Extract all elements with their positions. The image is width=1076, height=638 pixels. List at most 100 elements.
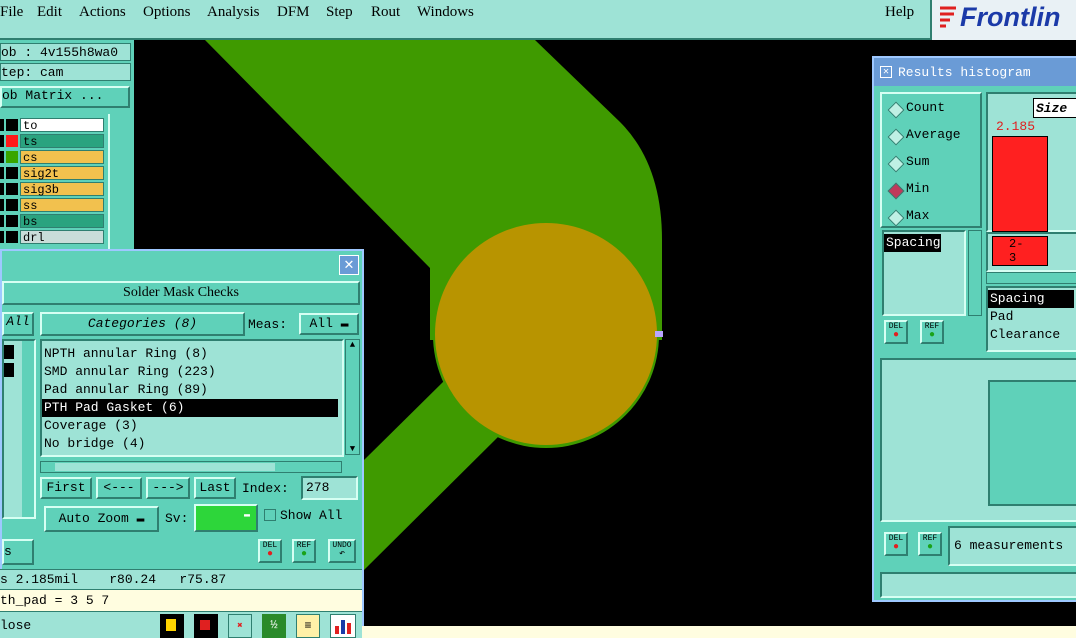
layer-row[interactable]: cs	[0, 150, 104, 165]
undo-button[interactable]: UNDO ↶	[328, 539, 356, 563]
menu-file[interactable]: File	[0, 4, 23, 21]
list-item[interactable]: No bridge (4)	[42, 435, 145, 453]
histogram-bar[interactable]	[992, 136, 1048, 232]
layer-name[interactable]: ts	[20, 134, 104, 149]
auto-zoom-select[interactable]: Auto Zoom ▬	[44, 506, 159, 532]
index-input[interactable]: 278	[301, 476, 358, 500]
menu-edit[interactable]: Edit	[37, 4, 62, 21]
step-name: tep: cam	[1, 65, 64, 80]
layer-color-swatch	[6, 151, 18, 163]
s-select[interactable]: s	[2, 539, 34, 565]
layer-row[interactable]: ts	[0, 134, 104, 149]
menu-options[interactable]: Options	[143, 4, 191, 21]
ref-button[interactable]: REF ●	[292, 539, 316, 563]
histogram-hscrollbar[interactable]	[986, 272, 1076, 284]
ref-button[interactable]: REF ●	[920, 320, 944, 344]
scroll-down-icon[interactable]: ▼	[346, 444, 359, 454]
layer-row[interactable]: bs	[0, 214, 104, 229]
category-list[interactable]: NPTH annular Ring (8) SMD annular Ring (…	[40, 339, 344, 457]
layer-row[interactable]: to	[0, 118, 104, 133]
histogram-titlebar[interactable]: ✕ Results histogram	[874, 58, 1076, 86]
numbers-icon[interactable]: ½	[262, 614, 286, 638]
layer-color-swatch	[6, 183, 18, 195]
show-all-checkbox[interactable]	[264, 509, 276, 521]
histogram-category-list[interactable]: Spacing	[882, 230, 966, 316]
histogram-icon[interactable]	[330, 614, 356, 638]
layer-name[interactable]: ss	[20, 198, 104, 213]
categories-button[interactable]: Categories (8)	[40, 312, 245, 336]
list-item[interactable]: NPTH annular Ring (8)	[42, 345, 208, 363]
list-item[interactable]: Pad annular Ring (89)	[42, 381, 208, 399]
severity-scrollbar[interactable]	[22, 341, 34, 517]
menu-windows[interactable]: Windows	[417, 4, 474, 21]
layer-checkbox[interactable]	[0, 199, 4, 211]
layer-checkbox[interactable]	[0, 167, 4, 179]
histogram-status	[880, 572, 1076, 598]
graphics-icon[interactable]	[160, 614, 184, 638]
layer-row[interactable]: drl	[0, 230, 104, 245]
dropdown-icon: ▬	[136, 511, 145, 526]
menu-analysis[interactable]: Analysis	[207, 4, 260, 21]
severity-color-select[interactable]: ▬	[194, 504, 258, 532]
layer-name[interactable]: drl	[20, 230, 104, 245]
record-icon[interactable]	[194, 614, 218, 638]
layer-name[interactable]: cs	[20, 150, 104, 165]
last-button[interactable]: Last	[194, 477, 236, 499]
layer-row[interactable]: sig3b	[0, 182, 104, 197]
show-all-label: Show All	[280, 508, 343, 523]
radio-average[interactable]	[887, 128, 905, 146]
list-item-selected[interactable]: PTH Pad Gasket (6)	[42, 399, 338, 417]
menu-step[interactable]: Step	[326, 4, 353, 21]
close-icon[interactable]: ✕	[880, 66, 892, 78]
menu-dfm[interactable]: DFM	[277, 4, 310, 21]
del-button[interactable]: DEL ●	[884, 532, 908, 556]
del-button[interactable]: DEL ●	[258, 539, 282, 563]
layer-panel: ob : 4v155h8wa0 tep: cam ob Matrix ... t…	[0, 40, 134, 250]
ref-icon: ●	[300, 549, 307, 560]
menu-rout[interactable]: Rout	[371, 4, 400, 21]
layer-name[interactable]: sig3b	[20, 182, 104, 197]
layer-checkbox[interactable]	[0, 215, 4, 227]
category-hscrollbar[interactable]	[40, 461, 342, 473]
ref-button[interactable]: REF ●	[918, 532, 942, 556]
del-icon: ●	[892, 542, 899, 553]
frontline-logo-icon	[940, 6, 956, 28]
radio-sum[interactable]	[887, 155, 905, 173]
radio-min[interactable]	[887, 182, 905, 200]
menu-help[interactable]: Help	[885, 4, 914, 21]
next-button[interactable]: --->	[146, 477, 190, 499]
layer-name[interactable]: bs	[20, 214, 104, 229]
all-button[interactable]: All	[2, 312, 34, 336]
radio-count[interactable]	[887, 101, 905, 119]
layer-name[interactable]: to	[20, 118, 104, 133]
layer-row[interactable]: ss	[0, 198, 104, 213]
close-label[interactable]: lose	[0, 618, 31, 633]
del-button[interactable]: DEL ●	[884, 320, 908, 344]
ref-icon: ●	[926, 542, 933, 553]
layer-checkbox[interactable]	[0, 183, 4, 195]
histogram-list-scrollbar[interactable]	[968, 230, 982, 316]
category-scrollbar[interactable]: ▲ ▼	[345, 339, 360, 455]
radio-max[interactable]	[887, 209, 905, 227]
list-item[interactable]: SMD annular Ring (223)	[42, 363, 216, 381]
layer-row[interactable]: sig2t	[0, 166, 104, 181]
first-button[interactable]: First	[40, 477, 92, 499]
prev-button[interactable]: <---	[96, 477, 142, 499]
menu-actions[interactable]: Actions	[79, 4, 126, 21]
layer-name[interactable]: sig2t	[20, 166, 104, 181]
severity-list[interactable]	[2, 339, 36, 519]
layer-scrollbar[interactable]	[108, 114, 134, 250]
layer-checkbox[interactable]	[0, 135, 4, 147]
meas-select[interactable]: All ▬	[299, 313, 359, 335]
ref-cross-icon[interactable]: ✖	[228, 614, 252, 638]
close-icon[interactable]: ✕	[339, 255, 359, 275]
layer-checkbox[interactable]	[0, 151, 4, 163]
list-item-selected[interactable]: Spacing	[884, 234, 941, 252]
job-matrix-button[interactable]: ob Matrix ...	[0, 86, 130, 108]
notes-icon[interactable]: ≡	[296, 614, 320, 638]
scroll-up-icon[interactable]: ▲	[346, 340, 359, 350]
pth-pad[interactable]	[435, 223, 657, 445]
list-item[interactable]: Coverage (3)	[42, 417, 138, 435]
layer-checkbox[interactable]	[0, 119, 4, 131]
layer-checkbox[interactable]	[0, 231, 4, 243]
